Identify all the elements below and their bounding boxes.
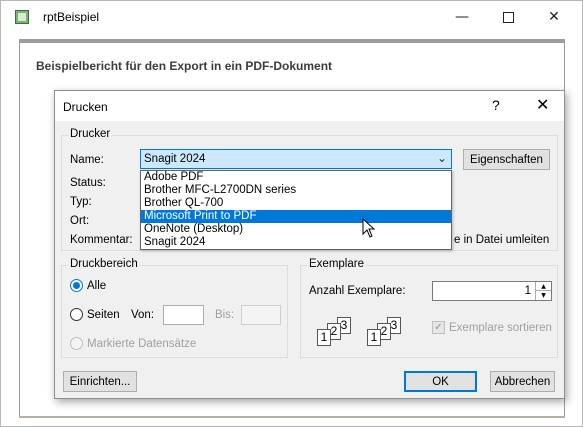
printer-option-highlighted[interactable]: Microsoft Print to PDF <box>141 210 451 223</box>
spinner-buttons[interactable]: ▲ ▼ <box>535 282 551 300</box>
range-all-radio[interactable] <box>70 279 83 292</box>
collate-pages-icon: 3 2 1 <box>317 317 357 347</box>
copies-count-label: Anzahl Exemplare: <box>309 285 406 297</box>
printer-type-label: Typ: <box>70 196 92 208</box>
printer-option[interactable]: OneNote (Desktop) <box>141 223 451 236</box>
spin-down-icon[interactable]: ▼ <box>536 291 551 300</box>
print-dialog: Drucken ? ✕ Drucker Name: Status: Typ: O… <box>54 90 565 399</box>
printer-name-value: Snagit 2024 <box>144 153 206 165</box>
print-dialog-title: Drucken <box>63 100 108 114</box>
minimize-button[interactable]: — <box>439 1 485 33</box>
access-report-icon <box>15 10 29 24</box>
to-label: Bis: <box>215 309 235 321</box>
spin-up-icon[interactable]: ▲ <box>536 282 551 291</box>
redirect-to-file-label[interactable]: e in Datei umleiten <box>454 234 549 246</box>
print-dialog-titlebar[interactable]: Drucken ? ✕ <box>55 91 564 121</box>
copies-count-value: 1 <box>524 285 531 297</box>
from-page-input[interactable] <box>163 305 204 325</box>
printer-location-label: Ort: <box>70 215 90 227</box>
range-all-label[interactable]: Alle <box>87 280 106 292</box>
range-selection-label[interactable]: Markierte Datensätze <box>87 338 196 350</box>
report-window-titlebar[interactable]: rptBeispiel — ✕ <box>1 1 582 33</box>
report-header-strip <box>20 39 564 43</box>
copies-group-title: Exemplare <box>307 258 366 270</box>
printer-option[interactable]: Snagit 2024 <box>141 236 451 249</box>
mouse-pointer-icon <box>362 218 376 238</box>
print-range-group-title: Druckbereich <box>68 258 140 270</box>
properties-button[interactable]: Eigenschaften <box>463 149 550 170</box>
maximize-button[interactable] <box>485 1 531 33</box>
help-button[interactable]: ? <box>492 97 500 113</box>
range-pages-radio[interactable] <box>70 308 83 321</box>
printer-option[interactable]: Brother QL-700 <box>141 197 451 210</box>
from-label: Von: <box>131 309 155 321</box>
collate-checkbox[interactable]: ✓ <box>432 321 445 334</box>
setup-button[interactable]: Einrichten... <box>63 371 137 392</box>
maximize-icon <box>502 11 514 23</box>
collate-label[interactable]: Exemplare sortieren <box>449 322 552 334</box>
report-window-title: rptBeispiel <box>43 10 100 24</box>
printer-comment-label: Kommentar: <box>70 234 133 246</box>
printer-dropdown-list[interactable]: Adobe PDF Brother MFC-L2700DN series Bro… <box>140 170 452 250</box>
chevron-down-icon: ⌄ <box>436 151 447 165</box>
ok-button[interactable]: OK <box>404 371 477 392</box>
printer-name-label: Name: <box>70 154 104 166</box>
copies-count-spinner[interactable]: 1 ▲ ▼ <box>432 281 552 301</box>
collate-pages-icon: 3 2 1 <box>367 317 407 347</box>
to-page-input[interactable] <box>241 305 281 325</box>
report-bottom-divider <box>19 416 565 418</box>
printer-name-combobox[interactable]: Snagit 2024 ⌄ <box>140 149 452 169</box>
printer-option[interactable]: Adobe PDF <box>141 171 451 184</box>
range-pages-label[interactable]: Seiten <box>87 309 120 321</box>
printer-option[interactable]: Brother MFC-L2700DN series <box>141 184 451 197</box>
dialog-close-button[interactable]: ✕ <box>536 95 549 114</box>
printer-status-label: Status: <box>70 177 106 189</box>
range-selection-radio[interactable] <box>70 337 83 350</box>
printer-group-title: Drucker <box>68 128 113 140</box>
close-button[interactable]: ✕ <box>531 1 577 33</box>
cancel-button[interactable]: Abbrechen <box>490 371 555 392</box>
page-sheet-1: 1 <box>317 329 331 346</box>
report-heading: Beispielbericht für den Export in ein PD… <box>36 59 333 73</box>
page-sheet-1: 1 <box>367 329 381 346</box>
